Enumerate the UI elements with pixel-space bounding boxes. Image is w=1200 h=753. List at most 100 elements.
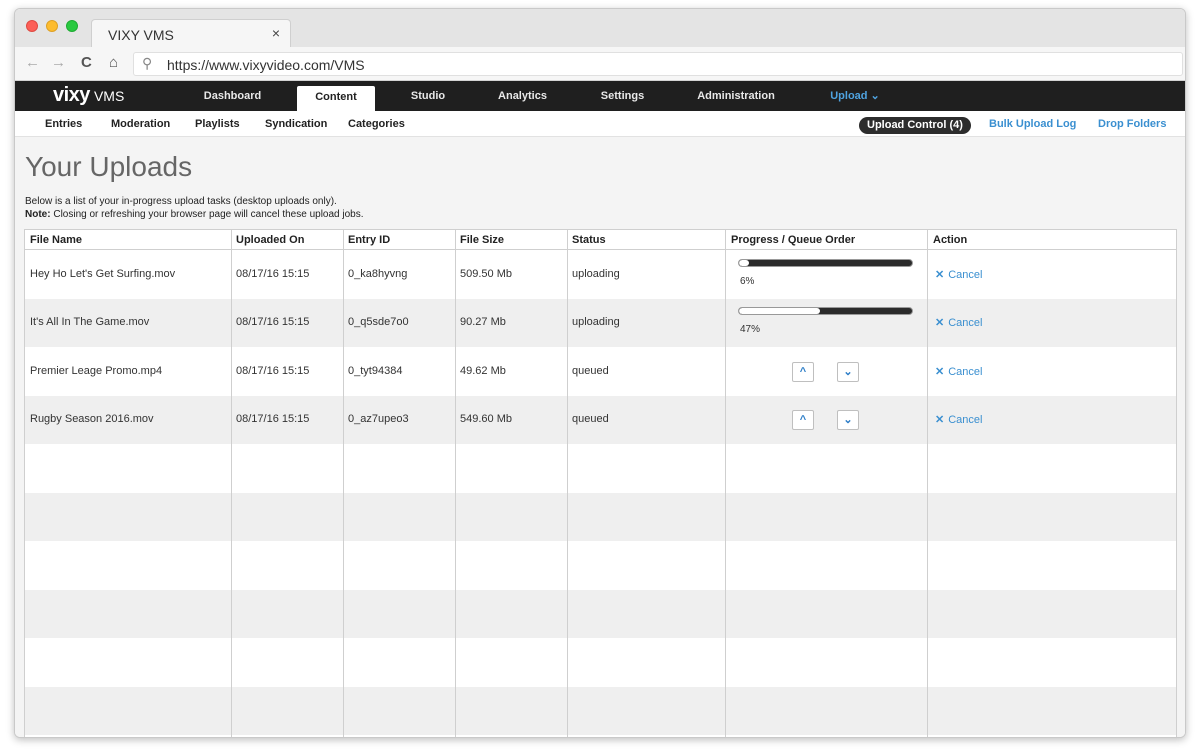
file-size-cell: 49.62 Mb [460, 364, 506, 377]
forward-icon[interactable]: → [51, 54, 66, 71]
upload-control-badge[interactable]: Upload Control (4) [859, 117, 971, 134]
progress-percent: 6% [740, 276, 755, 287]
nav-settings[interactable]: Settings [585, 81, 660, 111]
tab-close-icon[interactable]: × [272, 25, 280, 41]
header-status[interactable]: Status [572, 234, 606, 246]
nav-dashboard[interactable]: Dashboard [185, 81, 280, 111]
empty-table-row [25, 445, 1176, 493]
subnav-playlists[interactable]: Playlists [195, 118, 240, 130]
minimize-window-button[interactable] [46, 20, 58, 32]
note-label: Note: [25, 209, 51, 220]
table-row: Premier Leage Promo.mp4 08/17/16 15:15 0_t… [25, 348, 1176, 396]
close-window-button[interactable] [26, 20, 38, 32]
intro-text: Below is a list of your in-progress uplo… [25, 195, 364, 221]
header-entry-id[interactable]: Entry ID [348, 234, 390, 246]
column-divider [927, 230, 928, 737]
progress-percent: 47% [740, 324, 761, 336]
uploads-table: Hey Ho Let's Get Surfing.mov 08/17/16 15:… [24, 229, 1177, 737]
note-line: Note: Closing or refreshing your browser… [25, 208, 364, 221]
nav-content[interactable]: Content [297, 86, 375, 111]
uploaded-on-cell: 08/17/16 15:15 [236, 364, 310, 377]
subnav-moderation[interactable]: Moderation [111, 118, 170, 130]
cancel-icon: ✕ [935, 317, 945, 330]
url-text: https://www.vixyvideo.com/VMS [167, 57, 365, 73]
uploaded-on-cell: 08/17/16 15:15 [236, 413, 310, 426]
move-down-button[interactable]: ⌄ [837, 361, 859, 382]
logo-sub: VMS [93, 88, 125, 104]
column-divider [455, 230, 456, 737]
subnav-syndication[interactable]: Syndication [265, 118, 327, 130]
entry-id-cell: 0_tyt94384 [348, 364, 403, 377]
status-cell: queued [572, 364, 609, 377]
subnav-entries[interactable]: Entries [45, 118, 82, 130]
empty-table-row [25, 686, 1176, 735]
cancel-icon: ✕ [935, 365, 945, 378]
drop-folders-link[interactable]: Drop Folders [1098, 118, 1166, 130]
address-bar: ← → C ⌂ ⚲ https://www.vixyvideo.com/VMS [15, 47, 1185, 81]
status-cell: queued [572, 413, 609, 426]
table-row: Rugby Season 2016.mov 08/17/16 15:15 0_az7… [25, 396, 1176, 445]
home-icon[interactable]: ⌂ [109, 54, 118, 71]
move-up-button[interactable]: ^ [792, 361, 814, 382]
note-text: Closing or refreshing your browser page … [50, 209, 364, 220]
subnav-categories[interactable]: Categories [348, 118, 405, 130]
tab-title: VIXY VMS [108, 27, 174, 43]
back-icon[interactable]: ← [25, 54, 40, 71]
search-icon: ⚲ [142, 55, 153, 71]
browser-window: VIXY VMS × ← → C ⌂ ⚲ https://www.vixyvid… [14, 8, 1186, 738]
bulk-upload-log-link[interactable]: Bulk Upload Log [989, 118, 1076, 130]
header-file-size[interactable]: File Size [460, 234, 504, 246]
url-input[interactable]: ⚲ https://www.vixyvideo.com/VMS [133, 52, 1183, 76]
cancel-button[interactable]: ✕ Cancel [935, 316, 982, 329]
upload-progress-bar [738, 259, 913, 267]
table-header: File Name Uploaded On Entry ID File Size… [25, 230, 1176, 250]
status-cell: uploading [572, 268, 620, 280]
table-row: Hey Ho Let's Get Surfing.mov 08/17/16 15:… [25, 251, 1176, 299]
header-uploaded-on[interactable]: Uploaded On [236, 234, 304, 246]
file-name-cell: Rugby Season 2016.mov [30, 413, 154, 426]
intro-line: Below is a list of your in-progress uplo… [25, 196, 337, 207]
page-title: Your Uploads [25, 151, 193, 182]
zoom-window-button[interactable] [66, 20, 78, 32]
column-divider [567, 230, 568, 737]
file-name-cell: Premier Leage Promo.mp4 [30, 364, 163, 377]
empty-table-row [25, 541, 1176, 589]
cancel-label: Cancel [948, 365, 983, 378]
entry-id-cell: 0_q5sde7o0 [348, 316, 409, 329]
empty-table-row [25, 493, 1176, 541]
table-row: It's All In The Game.mov 08/17/16 15:15 0_… [25, 299, 1176, 348]
empty-table-row [25, 589, 1176, 638]
nav-administration[interactable]: Administration [685, 81, 787, 111]
header-action[interactable]: Action [933, 234, 967, 246]
cancel-button[interactable]: ✕ Cancel [935, 413, 982, 426]
entry-id-cell: 0_az7upeo3 [348, 413, 409, 426]
upload-progress-fill [739, 308, 821, 315]
column-divider [343, 230, 344, 737]
logo-main: vixy [53, 84, 90, 106]
browser-tab[interactable]: VIXY VMS × [91, 19, 291, 48]
uploaded-on-cell: 08/17/16 15:15 [236, 316, 310, 329]
cancel-label: Cancel [948, 414, 983, 427]
cancel-button[interactable]: ✕ Cancel [935, 268, 982, 281]
nav-upload-dropdown[interactable]: Upload ⌄ [815, 81, 895, 111]
main-content: Your Uploads Below is a list of your in-… [15, 137, 1185, 737]
nav-studio[interactable]: Studio [393, 81, 463, 111]
column-divider [725, 230, 726, 737]
main-nav: vixy VMS Dashboard Content Studio Analyti… [15, 81, 1185, 111]
file-name-cell: It's All In The Game.mov [30, 316, 150, 329]
uploaded-on-cell: 08/17/16 15:15 [236, 268, 310, 280]
header-file-name[interactable]: File Name [30, 234, 82, 246]
cancel-label: Cancel [948, 317, 983, 330]
cancel-label: Cancel [948, 269, 983, 281]
move-down-button[interactable]: ⌄ [837, 410, 859, 431]
header-progress[interactable]: Progress / Queue Order [731, 234, 855, 246]
file-size-cell: 509.50 Mb [460, 268, 512, 280]
cancel-button[interactable]: ✕ Cancel [935, 365, 982, 378]
vixy-logo[interactable]: vixy VMS [53, 84, 124, 107]
nav-analytics[interactable]: Analytics [480, 81, 565, 111]
entry-id-cell: 0_ka8hyvng [348, 268, 408, 280]
refresh-icon[interactable]: C [81, 54, 92, 71]
upload-progress-fill [739, 260, 750, 266]
status-cell: uploading [572, 316, 620, 329]
move-up-button[interactable]: ^ [792, 410, 814, 431]
